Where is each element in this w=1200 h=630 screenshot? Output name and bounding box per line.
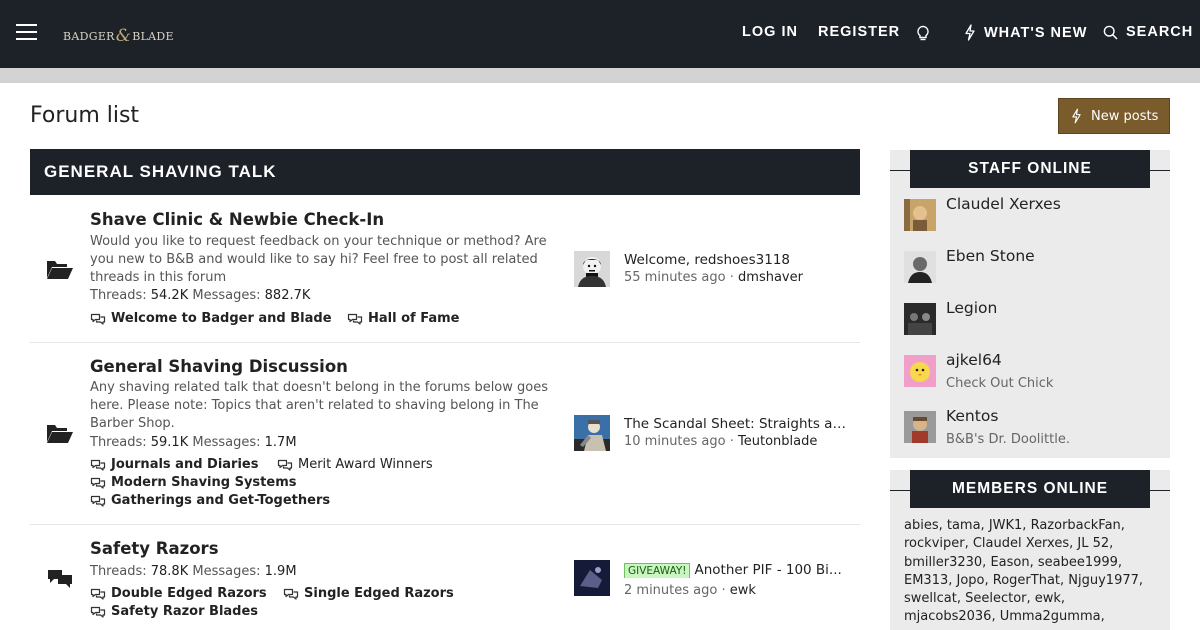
avatar[interactable] [904,199,936,231]
forum-node: General Shaving Discussion Any shaving r… [30,343,860,525]
chat-bubbles-icon [347,313,363,325]
forum-title[interactable]: Shave Clinic & Newbie Check-In [90,210,384,229]
latest-thread-meta: 10 minutes ago · Teutonblade [624,434,818,449]
page-title: Forum list [30,103,140,128]
chat-bubbles-icon [90,606,106,618]
avatar[interactable] [574,415,610,451]
forum-title[interactable]: General Shaving Discussion [90,357,348,376]
latest-thread-title[interactable]: The Scandal Sheet: Straights and Shavett… [624,416,846,432]
chat-bubbles-icon [48,570,72,588]
register-link[interactable]: REGISTER [818,24,900,40]
user-title: B&B's Dr. Doolittle. [946,432,1070,447]
divider [890,170,910,171]
chat-bubbles-icon [277,459,293,471]
top-header: BADGER&BLADE LOG IN REGISTER WHAT'S NEW … [0,0,1200,68]
folder-open-icon [47,261,73,279]
subforum-link[interactable]: Merit Award Winners [277,457,433,472]
avatar[interactable] [904,251,936,283]
search-link[interactable]: SEARCH [1103,24,1193,40]
subforum-link[interactable]: Safety Razor Blades [90,604,258,619]
chat-bubbles-icon [283,588,299,600]
latest-user-link[interactable]: ewk [730,583,756,598]
forum-description: Any shaving related talk that doesn't be… [90,380,548,431]
whats-new-link[interactable]: WHAT'S NEW [964,24,1087,41]
subforum-link[interactable]: Hall of Fame [347,311,459,326]
subforum-link[interactable]: Single Edged Razors [283,586,454,601]
chat-bubbles-icon [90,588,106,600]
forum-stats: Threads: 59.1K Messages: 1.7M [90,435,297,450]
latest-thread-meta: 55 minutes ago · dmshaver [624,270,803,285]
avatar[interactable] [904,411,936,443]
staff-online-title: STAFF ONLINE [910,150,1150,188]
prefix-badge[interactable]: GIVEAWAY! [624,563,691,578]
latest-thread-title[interactable]: GIVEAWAY! Another PIF - 100 Bi... [624,562,846,578]
header-subbar [0,68,1200,83]
new-posts-button[interactable]: New posts [1058,98,1170,134]
bolt-icon [965,24,975,41]
latest-thread-meta: 2 minutes ago · ewk [624,583,756,598]
chat-bubbles-icon [90,477,106,489]
forum-stats: Threads: 78.8K Messages: 1.9M [90,564,297,579]
members-online-list[interactable]: abies, tama, JWK1, RazorbackFan, rockvip… [904,517,1160,627]
lightbulb-icon[interactable] [916,25,938,42]
category-header[interactable]: GENERAL SHAVING TALK [30,149,860,195]
chat-bubbles-icon [90,459,106,471]
site-logo[interactable]: BADGER&BLADE [63,25,174,46]
latest-user-link[interactable]: Teutonblade [738,434,817,449]
latest-user-link[interactable]: dmshaver [738,270,803,285]
divider [1150,170,1170,171]
members-online-block: MEMBERS ONLINE abies, tama, JWK1, Razorb… [890,470,1170,630]
avatar[interactable] [904,355,936,387]
chat-bubbles-icon [90,313,106,325]
avatar[interactable] [574,251,610,287]
avatar[interactable] [574,560,610,596]
bolt-icon [1072,108,1081,124]
subforum-link[interactable]: Journals and Diaries [90,457,258,472]
avatar[interactable] [904,303,936,335]
menu-icon[interactable] [16,24,37,42]
chat-bubbles-icon [90,495,106,507]
search-icon [1103,25,1118,40]
subforum-link[interactable]: Double Edged Razors [90,586,267,601]
login-link[interactable]: LOG IN [742,24,798,40]
latest-thread-title[interactable]: Welcome, redshoes3118 [624,252,846,268]
divider [1150,490,1170,491]
forum-title[interactable]: Safety Razors [90,539,219,558]
user-title: Check Out Chick [946,376,1054,391]
subforum-link[interactable]: Gatherings and Get-Togethers [90,493,330,508]
staff-online-block: STAFF ONLINE Claudel Xerxes Eben Stone L… [890,150,1170,458]
forum-node: Shave Clinic & Newbie Check-In Would you… [30,195,860,343]
folder-open-icon [47,425,73,443]
subforum-link[interactable]: Welcome to Badger and Blade [90,311,332,326]
forum-stats: Threads: 54.2K Messages: 882.7K [90,288,311,303]
subforum-link[interactable]: Modern Shaving Systems [90,475,296,490]
forum-node: Safety Razors Threads: 78.8K Messages: 1… [30,525,860,630]
divider [890,490,910,491]
members-online-title: MEMBERS ONLINE [910,470,1150,508]
forum-description: Would you like to request feedback on yo… [90,234,547,285]
